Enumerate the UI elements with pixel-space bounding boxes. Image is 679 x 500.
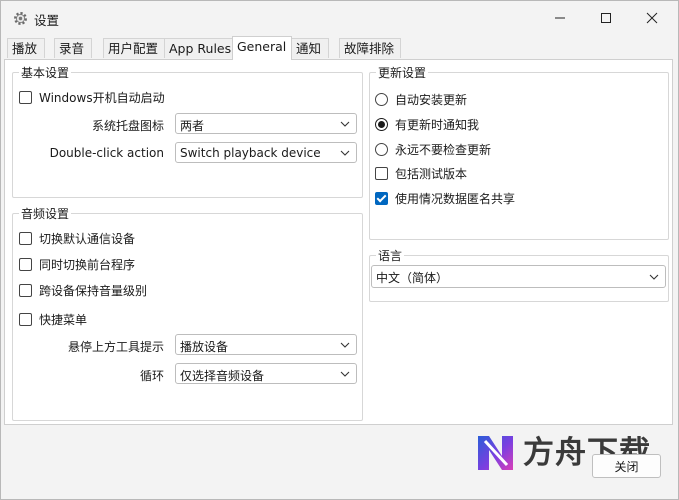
checkbox-box [375,167,388,180]
checkbox-box [19,313,32,326]
checkbox-box [19,91,32,104]
autostart-label: Windows开机自动启动 [39,91,165,105]
notify-update-label: 有更新时通知我 [395,118,480,132]
tab-label: 播放 [12,41,38,56]
language-select[interactable]: 中文（简体） [371,265,666,288]
tab-label: 通知 [296,41,322,56]
group-title: 基本设置 [19,64,72,81]
chevron-down-icon [340,342,350,348]
group-title: 音频设置 [19,205,72,222]
beta-label: 包括测试版本 [395,167,468,181]
checkbox-box-checked [375,192,388,205]
tab-notifications[interactable]: 通知 [291,38,329,58]
gear-icon [14,12,27,25]
auto-install-radio[interactable]: 自动安装更新 [375,91,467,108]
chevron-down-icon [340,371,350,377]
autostart-checkbox[interactable]: Windows开机自动启动 [19,89,165,106]
maximize-button[interactable] [583,1,629,35]
radio-circle-checked [375,118,388,131]
tab-playback[interactable]: 播放 [7,38,45,58]
select-value: 播放设备 [180,340,229,354]
quick-menu-checkbox[interactable]: 快捷菜单 [19,311,87,328]
group-title: 更新设置 [376,64,429,81]
minimize-icon [555,17,565,19]
chevron-down-icon [340,150,350,156]
switch-comm-device-label: 切换默认通信设备 [39,232,136,246]
minimize-button[interactable] [537,1,583,35]
cycle-label: 循环 [139,369,164,383]
language-group: 语言 中文（简体） [369,247,669,302]
tray-icon-label: 系统托盘图标 [91,119,164,133]
switch-foreground-label: 同时切换前台程序 [39,258,136,272]
double-click-select[interactable]: Switch playback device [175,142,357,163]
tab-label: 故障排除 [344,41,395,56]
checkbox-box [19,284,32,297]
checkbox-box [19,258,32,271]
notify-update-radio[interactable]: 有更新时通知我 [375,116,479,133]
cycle-select[interactable]: 仅选择音频设备 [175,363,357,384]
chevron-down-icon [649,274,659,280]
tray-icon-select[interactable]: 两者 [175,113,357,134]
radio-circle [375,93,388,106]
select-value: 中文（简体） [376,271,449,285]
keep-volume-checkbox[interactable]: 跨设备保持音量级别 [19,282,147,299]
maximize-icon [601,13,611,23]
logo-icon [478,436,513,470]
never-check-radio[interactable]: 永远不要检查更新 [375,141,491,158]
switch-comm-device-checkbox[interactable]: 切换默认通信设备 [19,230,135,247]
double-click-label: Double-click action [49,146,164,160]
settings-window: 设置 播放 录音 用户配置 App Rules General 通知 故障排除 … [0,0,679,500]
tab-recording[interactable]: 录音 [54,38,92,58]
select-value: 两者 [180,119,205,133]
tab-label: App Rules [169,41,232,56]
quick-menu-label: 快捷菜单 [39,313,88,327]
switch-foreground-checkbox[interactable]: 同时切换前台程序 [19,256,135,273]
general-tab-panel: 基本设置 Windows开机自动启动 系统托盘图标 两者 Double-clic… [4,59,673,425]
beta-checkbox[interactable]: 包括测试版本 [375,165,467,182]
tab-troubleshooting[interactable]: 故障排除 [339,38,401,58]
basic-settings-group: 基本设置 Windows开机自动启动 系统托盘图标 两者 Double-clic… [12,64,363,198]
tab-label: 用户配置 [108,41,159,56]
tooltip-label: 悬停上方工具提示 [67,340,164,354]
chevron-down-icon [340,121,350,127]
audio-settings-group: 音频设置 切换默认通信设备 同时切换前台程序 跨设备保持音量级别 快捷菜单 悬停… [12,205,363,421]
tab-label: 录音 [59,41,85,56]
tab-bar: 播放 录音 用户配置 App Rules General 通知 故障排除 [1,36,678,60]
close-icon [646,12,658,24]
tab-profiles[interactable]: 用户配置 [103,38,165,58]
group-title: 语言 [376,247,405,264]
close-button[interactable]: 关闭 [592,454,661,478]
title-bar: 设置 [1,1,678,35]
never-check-label: 永远不要检查更新 [395,143,492,157]
keep-volume-label: 跨设备保持音量级别 [39,284,148,298]
auto-install-label: 自动安装更新 [395,93,468,107]
tab-general[interactable]: General [232,36,292,60]
tooltip-select[interactable]: 播放设备 [175,334,357,355]
checkbox-box [19,232,32,245]
share-usage-label: 使用情况数据匿名共享 [395,192,516,206]
close-button-label: 关闭 [614,460,639,474]
update-settings-group: 更新设置 自动安装更新 有更新时通知我 永远不要检查更新 包括测试版本 使用情况… [369,64,669,240]
tab-label: General [237,39,287,54]
select-value: Switch playback device [180,146,321,160]
select-value: 仅选择音频设备 [180,369,265,383]
tab-app-rules[interactable]: App Rules [164,38,234,58]
window-title: 设置 [34,13,60,28]
share-usage-checkbox[interactable]: 使用情况数据匿名共享 [375,190,515,207]
close-window-button[interactable] [629,1,675,35]
radio-circle [375,143,388,156]
